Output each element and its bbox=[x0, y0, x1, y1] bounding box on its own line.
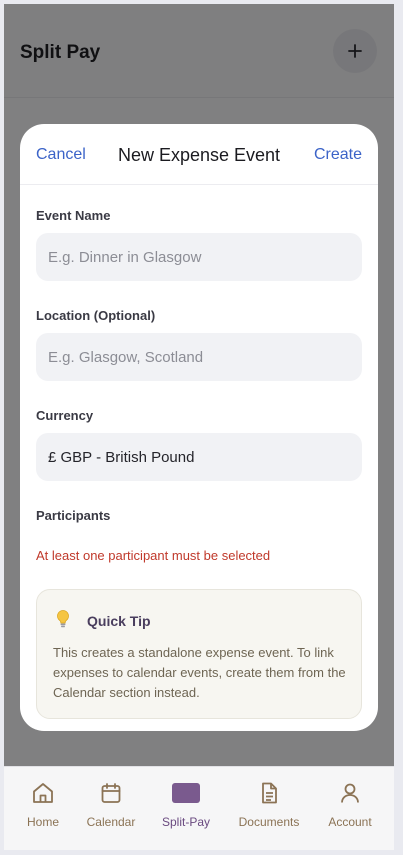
quick-tip-card: Quick Tip This creates a standalone expe… bbox=[36, 589, 362, 719]
quick-tip-body: This creates a standalone expense event.… bbox=[53, 645, 346, 700]
event-name-input[interactable] bbox=[36, 233, 362, 281]
tab-calendar[interactable]: Calendar bbox=[72, 767, 150, 850]
tab-label: Calendar bbox=[86, 815, 136, 829]
tab-label: Home bbox=[26, 815, 59, 829]
location-label: Location (Optional) bbox=[36, 308, 156, 323]
tab-account[interactable]: Account bbox=[311, 767, 389, 850]
location-input[interactable] bbox=[36, 333, 362, 381]
create-button[interactable]: Create bbox=[314, 146, 362, 164]
document-icon bbox=[262, 782, 277, 804]
tab-home[interactable]: Home bbox=[4, 767, 82, 850]
user-icon bbox=[341, 783, 359, 803]
lightbulb-icon bbox=[55, 609, 71, 634]
split-pay-icon bbox=[172, 783, 200, 803]
currency-label: Currency bbox=[36, 408, 94, 423]
modal-header: Cancel New Expense Event Create bbox=[20, 124, 378, 185]
tab-documents[interactable]: Documents bbox=[230, 767, 308, 850]
app-frame: Split Pay Cancel New Expense Event Creat… bbox=[4, 4, 394, 850]
tab-label: Split-Pay bbox=[161, 815, 211, 829]
currency-select[interactable]: £ GBP - British Pound bbox=[36, 433, 362, 481]
calendar-icon bbox=[101, 783, 121, 803]
participants-label: Participants bbox=[36, 508, 111, 523]
new-expense-event-modal: Cancel New Expense Event Create Event Na… bbox=[20, 124, 378, 731]
tab-label: Account bbox=[328, 815, 372, 829]
home-icon bbox=[33, 783, 53, 803]
tab-split-pay[interactable]: Split-Pay bbox=[147, 767, 225, 850]
participants-error: At least one participant must be selecte… bbox=[36, 548, 271, 563]
quick-tip-title: Quick Tip bbox=[87, 613, 151, 629]
bottom-tab-bar: Home Calendar Split-Pay Documents Accoun… bbox=[4, 766, 394, 850]
tab-label: Documents bbox=[238, 815, 300, 829]
currency-value: £ GBP - British Pound bbox=[48, 448, 195, 466]
event-name-label: Event Name bbox=[36, 208, 111, 223]
